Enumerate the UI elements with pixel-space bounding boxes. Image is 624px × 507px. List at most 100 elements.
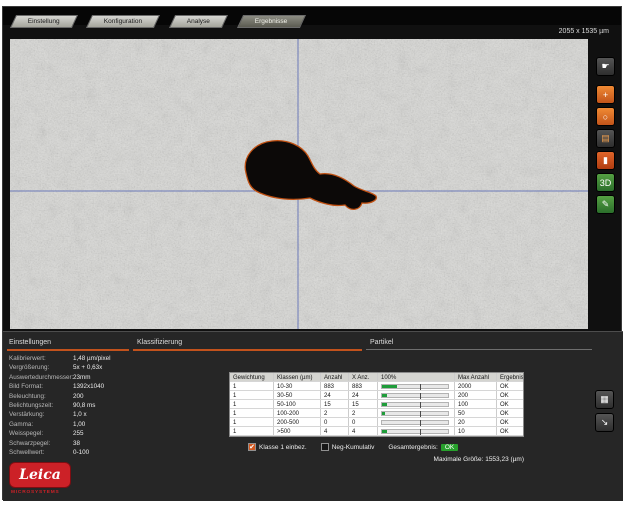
table-row[interactable]: 1 50-100 15 15 100 OK — [230, 400, 523, 409]
neg-kumulativ-checkbox[interactable] — [321, 443, 329, 451]
hand-tool-button[interactable]: ☛ — [596, 57, 615, 76]
specimen-image — [10, 39, 588, 329]
3d-view-button[interactable]: 3D — [596, 173, 615, 192]
cell-x-anzahl: 24 — [349, 391, 378, 399]
results-table: Gewichtung Klassen (µm) Anzahl X Anz. 10… — [229, 372, 524, 437]
table-row[interactable]: 1 10-30 883 883 2000 OK — [230, 382, 523, 391]
add-tool-button[interactable]: + — [596, 85, 615, 104]
table-body: 1 10-30 883 883 2000 OK — [230, 382, 523, 436]
bottom-panel: Einstellungen Kalibrierwert: 1,48 µm/pix… — [3, 331, 623, 501]
tab-label: Analyse — [187, 16, 210, 28]
image-canvas[interactable] — [10, 39, 588, 329]
settings-item-label: Verstärkung: — [9, 410, 73, 419]
settings-item-value: 5x + 0,63x — [73, 363, 102, 372]
chart-icon: ▦ — [600, 394, 609, 405]
settings-item-value: 1,00 — [73, 420, 85, 429]
cell-x-anzahl: 15 — [349, 400, 378, 408]
table-header-cell: Max Anzahl — [455, 373, 497, 381]
circle-tool-button[interactable]: ○ — [596, 107, 615, 126]
layers-icon: ▤ — [601, 133, 610, 144]
result-options-row: ✔ Klasse 1 einbez. Neg-Kumulativ Gesamte… — [248, 443, 458, 451]
cell-max-anzahl: 100 — [455, 400, 497, 408]
total-result-badge: OK — [441, 444, 458, 451]
cell-klassen: 100-200 — [274, 409, 321, 417]
bar-marker — [420, 411, 421, 417]
tab-konfiguration[interactable]: Konfiguration — [86, 15, 160, 28]
settings-item-value: 1,0 x — [73, 410, 87, 419]
results-tab-klassifizierung[interactable]: Klassifizierung — [133, 338, 362, 351]
settings-item: Gamma: 1,00 — [7, 420, 129, 429]
bar-marker — [420, 420, 421, 426]
cell-ergebnis: OK — [497, 400, 523, 408]
cell-anzahl: 0 — [321, 418, 349, 426]
bar-marker — [420, 393, 421, 399]
right-toolbar: ☛ + ○ ▤ ▮ 3D ✎ — [596, 57, 618, 217]
bar-track — [381, 402, 449, 407]
settings-item: Schwellwert: 0-100 — [7, 448, 129, 457]
cell-klassen: 10-30 — [274, 382, 321, 390]
table-row[interactable]: 1 >500 4 4 10 OK — [230, 427, 523, 436]
results-tab-partikel[interactable]: Partikel — [366, 338, 592, 350]
settings-item-value: 200 — [73, 392, 84, 401]
export-icon: ↘ — [601, 417, 609, 428]
settings-item-value: 255 — [73, 429, 84, 438]
tab-ergebnisse[interactable]: Ergebnisse — [237, 15, 306, 28]
cell-max-anzahl: 2000 — [455, 382, 497, 390]
settings-item-label: Beleuchtung: — [9, 392, 73, 401]
class1-checkbox-label: Klasse 1 einbez. — [259, 444, 307, 451]
settings-item-label: Belichtungszeit: — [9, 401, 73, 410]
pencil-icon: ✎ — [602, 199, 610, 210]
bar-track — [381, 411, 449, 416]
tab-label: Einstellung — [28, 16, 60, 28]
tab-analyse[interactable]: Analyse — [169, 15, 228, 28]
export-button[interactable]: ↘ — [595, 413, 614, 432]
bar-track — [381, 420, 449, 425]
bar-track — [381, 384, 449, 389]
settings-item: Schwarzpegel: 38 — [7, 439, 129, 448]
image-size-label: 2055 x 1535 µm — [559, 28, 609, 35]
cell-x-anzahl: 883 — [349, 382, 378, 390]
layers-tool-button[interactable]: ▤ — [596, 129, 615, 148]
draw-tool-button[interactable]: ✎ — [596, 195, 615, 214]
bar-fill — [382, 394, 387, 397]
settings-item: Auswertedurchmesser: 23mm — [7, 373, 129, 382]
settings-item-value: 23mm — [73, 373, 91, 382]
chart-button[interactable]: ▦ — [595, 390, 614, 409]
cell-bar — [378, 400, 455, 408]
table-header-cell: Gewichtung — [230, 373, 274, 381]
settings-item: Kalibrierwert: 1,48 µm/pixel — [7, 354, 129, 363]
marker-tool-button[interactable]: ▮ — [596, 151, 615, 170]
settings-panel: Einstellungen Kalibrierwert: 1,48 µm/pix… — [7, 338, 129, 457]
cell-klassen: 50-100 — [274, 400, 321, 408]
hand-icon: ☛ — [601, 61, 609, 72]
settings-item-label: Bild Format: — [9, 382, 73, 391]
table-side-buttons: ▦ ↘ — [595, 390, 614, 436]
table-row[interactable]: 1 200-500 0 0 20 OK — [230, 418, 523, 427]
tab-bar: Einstellung Konfiguration Analyse Ergebn… — [3, 7, 621, 25]
tab-einstellung[interactable]: Einstellung — [10, 15, 78, 28]
settings-item-label: Vergrößerung: — [9, 363, 73, 372]
cell-gewichtung: 1 — [230, 391, 274, 399]
cell-klassen: 30-50 — [274, 391, 321, 399]
table-row[interactable]: 1 100-200 2 2 50 OK — [230, 409, 523, 418]
cell-klassen: >500 — [274, 427, 321, 435]
cell-x-anzahl: 0 — [349, 418, 378, 426]
cell-gewichtung: 1 — [230, 382, 274, 390]
cell-max-anzahl: 10 — [455, 427, 497, 435]
class1-checkbox[interactable]: ✔ — [248, 443, 256, 451]
cell-x-anzahl: 4 — [349, 427, 378, 435]
cell-bar — [378, 382, 455, 390]
table-row[interactable]: 1 30-50 24 24 200 OK — [230, 391, 523, 400]
bar-track — [381, 429, 449, 434]
neg-kumulativ-label: Neg-Kumulativ — [332, 444, 375, 451]
cell-gewichtung: 1 — [230, 418, 274, 426]
cell-ergebnis: OK — [497, 427, 523, 435]
settings-item: Beleuchtung: 200 — [7, 392, 129, 401]
settings-item-value: 1,48 µm/pixel — [73, 354, 111, 363]
logo-text: Leica — [9, 462, 71, 488]
cell-ergebnis: OK — [497, 409, 523, 417]
cell-max-anzahl: 200 — [455, 391, 497, 399]
cell-anzahl: 883 — [321, 382, 349, 390]
cell-klassen: 200-500 — [274, 418, 321, 426]
cell-max-anzahl: 50 — [455, 409, 497, 417]
